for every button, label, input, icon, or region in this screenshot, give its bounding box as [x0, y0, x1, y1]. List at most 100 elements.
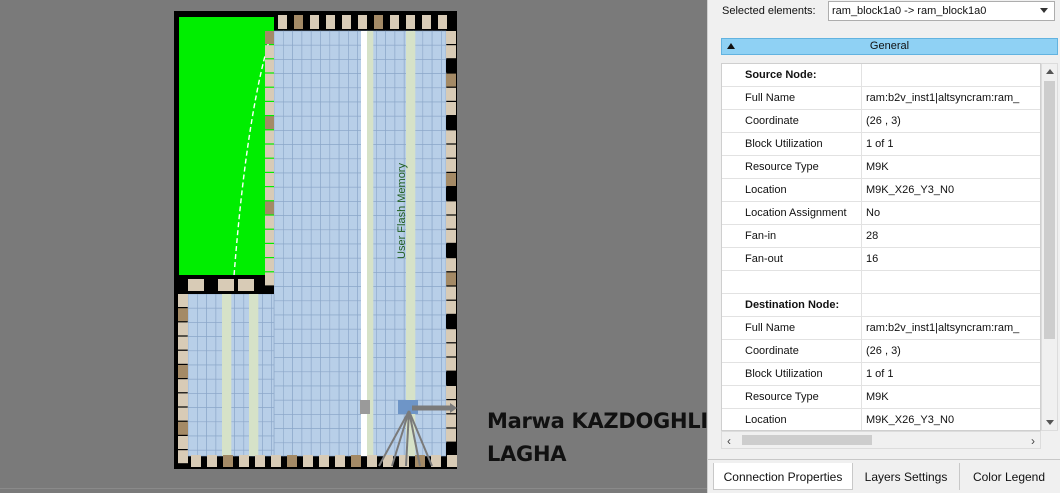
lab-cell[interactable] [329, 186, 340, 202]
lab-cell[interactable] [273, 186, 284, 202]
lab-cell[interactable] [329, 44, 340, 60]
lab-cell[interactable] [196, 393, 207, 408]
lab-cell[interactable] [283, 357, 293, 373]
lab-cell[interactable] [385, 414, 396, 429]
lab-cell[interactable] [422, 101, 433, 117]
lab-cell[interactable] [292, 172, 303, 188]
lab-cell[interactable] [338, 73, 349, 89]
lab-cell[interactable] [310, 130, 321, 145]
lab-cell[interactable] [271, 393, 275, 408]
property-row[interactable]: Resource Type M9K [722, 386, 1040, 409]
lab-cell[interactable] [431, 257, 442, 273]
lab-cell[interactable] [338, 115, 349, 131]
lab-cell[interactable] [348, 428, 358, 444]
property-row[interactable]: Fan-out 16 [722, 248, 1040, 271]
lab-cell[interactable] [422, 115, 433, 131]
lab-cell[interactable] [431, 44, 442, 60]
lab-cell[interactable] [338, 44, 349, 60]
lab-cell[interactable] [310, 101, 321, 117]
lab-cell[interactable] [338, 428, 349, 444]
lab-cell[interactable] [385, 215, 396, 231]
lab-cell[interactable] [262, 322, 273, 337]
lab-cell[interactable] [283, 243, 293, 259]
lab-cell[interactable] [422, 144, 433, 160]
lab-cell[interactable] [385, 229, 396, 245]
lab-cell[interactable] [310, 115, 321, 131]
lab-cell[interactable] [273, 87, 284, 103]
lab-cell[interactable] [394, 371, 405, 387]
io-pad[interactable] [178, 350, 188, 364]
lab-cell[interactable] [441, 314, 447, 330]
lab-cell[interactable] [301, 414, 312, 429]
lab-cell[interactable] [271, 322, 275, 337]
lab-cell[interactable] [422, 30, 433, 46]
lab-cell[interactable] [187, 364, 198, 380]
lab-cell[interactable] [348, 59, 358, 74]
lab-cell[interactable] [273, 428, 284, 444]
lab-cell[interactable] [338, 272, 349, 287]
io-pad[interactable] [178, 365, 188, 378]
lab-cell[interactable] [385, 87, 396, 103]
io-pad[interactable] [265, 144, 274, 158]
lab-cell[interactable] [422, 428, 433, 444]
lab-cell[interactable] [310, 30, 321, 46]
io-pad[interactable] [178, 421, 188, 435]
lab-cell[interactable] [441, 257, 447, 273]
lab-cell[interactable] [394, 286, 405, 302]
io-pad[interactable] [265, 130, 274, 144]
lab-cell[interactable] [376, 144, 386, 160]
lab-cell[interactable] [385, 399, 396, 415]
lab-cell[interactable] [301, 371, 312, 387]
io-pad[interactable] [178, 336, 188, 350]
lab-cell[interactable] [310, 328, 321, 344]
lab-cell[interactable] [441, 371, 447, 387]
io-pad[interactable] [446, 315, 456, 328]
lab-cell[interactable] [320, 399, 331, 415]
lab-cell[interactable] [431, 272, 442, 287]
general-section-header[interactable]: General [721, 38, 1058, 55]
lab-cell[interactable] [376, 115, 386, 131]
lab-cell[interactable] [376, 30, 386, 46]
lab-cell[interactable] [329, 371, 340, 387]
lab-cell[interactable] [301, 399, 312, 415]
lab-cell[interactable] [262, 393, 273, 408]
lab-cell[interactable] [310, 357, 321, 373]
io-pad[interactable] [278, 15, 287, 29]
lab-cell[interactable] [348, 201, 358, 216]
lab-cell[interactable] [431, 229, 442, 245]
lab-cell[interactable] [301, 87, 312, 103]
lab-cell[interactable] [422, 158, 433, 174]
lab-cell[interactable] [273, 314, 284, 330]
lab-cell[interactable] [431, 158, 442, 174]
lab-cell[interactable] [271, 435, 275, 451]
lab-cell[interactable] [338, 343, 349, 358]
io-pad[interactable] [207, 455, 217, 467]
lab-cell[interactable] [320, 30, 331, 46]
lab-cell[interactable] [385, 257, 396, 273]
lab-cell[interactable] [338, 158, 349, 174]
lab-cell[interactable] [301, 385, 312, 401]
lab-cell[interactable] [292, 130, 303, 145]
io-tile[interactable] [218, 279, 234, 291]
io-pad[interactable] [446, 357, 456, 371]
lab-cell[interactable] [441, 414, 447, 429]
lab-cell[interactable] [301, 144, 312, 160]
lab-cell[interactable] [376, 130, 386, 145]
lab-cell[interactable] [376, 328, 386, 344]
lab-cell[interactable] [348, 115, 358, 131]
lab-cell[interactable] [338, 30, 349, 46]
lab-cell[interactable] [283, 215, 293, 231]
lab-cell[interactable] [329, 30, 340, 46]
lab-cell[interactable] [320, 144, 331, 160]
lab-cell[interactable] [301, 442, 312, 457]
lab-cell[interactable] [234, 336, 245, 352]
lab-cell[interactable] [196, 364, 207, 380]
lab-cell[interactable] [348, 300, 358, 316]
lab-cell[interactable] [283, 442, 293, 457]
property-row[interactable]: Location M9K_X26_Y3_N0 [722, 179, 1040, 202]
lab-cell[interactable] [422, 257, 433, 273]
lab-cell[interactable] [292, 158, 303, 174]
lab-cell[interactable] [271, 350, 275, 366]
lab-cell[interactable] [329, 158, 340, 174]
lab-cell[interactable] [329, 130, 340, 145]
